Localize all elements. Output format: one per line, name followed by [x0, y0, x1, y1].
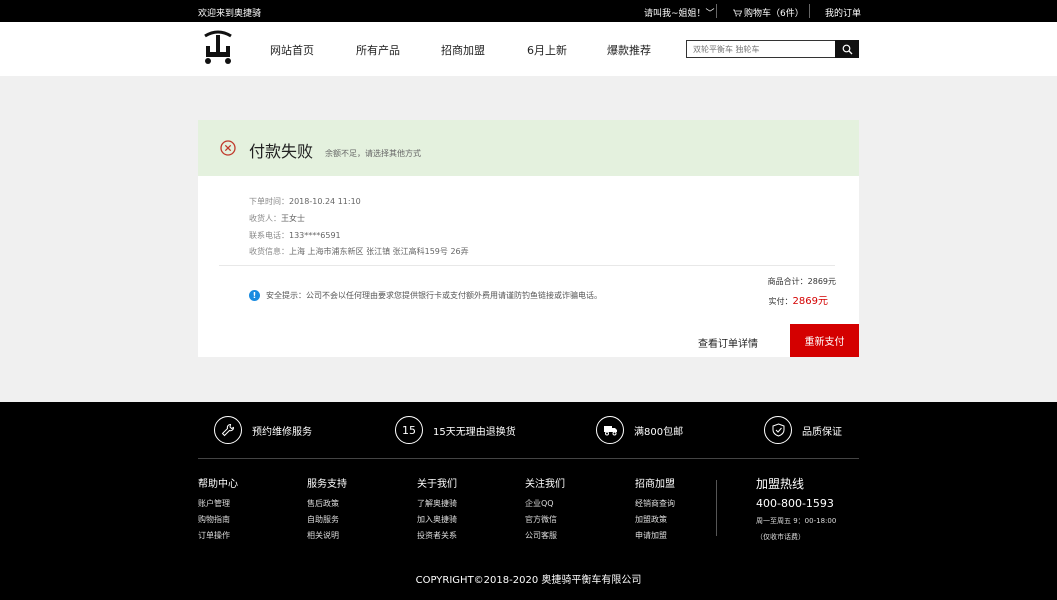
divider [716, 480, 717, 536]
cart-link[interactable]: 购物车（6件） [733, 6, 804, 19]
address-row: 收货信息：上海 上海市浦东新区 张江镇 张江高科159号 26弄 [249, 246, 469, 257]
footer-link[interactable]: 经销商查询 [635, 498, 675, 509]
security-tip: ! 安全提示：公司不会以任何理由要求您提供银行卡或支付额外费用请谨防钓鱼链接或诈… [249, 290, 602, 301]
order-time-label: 下单时间： [249, 197, 289, 206]
nav-franchise[interactable]: 招商加盟 [441, 42, 485, 58]
fifteen-days-icon: 15 [395, 416, 423, 444]
cart-label: 购物车（6件） [744, 9, 804, 19]
copyright: COPYRIGHT©2018-2020 奥捷骑平衡车有限公司 [415, 575, 642, 586]
subtotal-value: 2869元 [807, 277, 836, 286]
order-time-value: 2018-10.24 11:10 [289, 197, 361, 206]
footer-link[interactable]: 申请加盟 [635, 530, 675, 541]
footer-link[interactable]: 加盟政策 [635, 514, 675, 525]
footer-link[interactable]: 订单操作 [198, 530, 238, 541]
wrench-icon [214, 416, 242, 444]
divider [716, 4, 717, 18]
shield-check-icon [764, 416, 792, 444]
top-bar: 欢迎来到奥捷骑 请叫我~姐姐！﹀ 购物车（6件） 我的订单 [0, 0, 1057, 22]
footer-col-service: 服务支持 售后政策 自助服务 相关说明 [307, 475, 347, 546]
feature-returns: 15 15天无理由退换货 [395, 416, 516, 444]
hotline-title: 加盟热线 [756, 477, 805, 491]
footer-col-franchise: 招商加盟 经销商查询 加盟政策 申请加盟 [635, 475, 675, 546]
subtotal-label: 商品合计： [767, 277, 808, 286]
search-icon [842, 44, 852, 54]
welcome-text: 欢迎来到奥捷骑 [198, 9, 262, 19]
address-value: 上海 上海市浦东新区 张江镇 张江高科159号 26弄 [289, 247, 469, 256]
status-title: 付款失败 [249, 142, 314, 161]
user-menu[interactable]: 请叫我~姐姐！﹀ [644, 6, 715, 19]
divider [219, 265, 835, 266]
truck-icon [596, 416, 624, 444]
col-title: 招商加盟 [635, 479, 675, 490]
footer-col-about: 关于我们 了解奥捷骑 加入奥捷骑 投资者关系 [417, 475, 457, 546]
hotline-number: 400-800-1593 [756, 497, 834, 510]
footer-link[interactable]: 了解奥捷骑 [417, 498, 457, 509]
footer-link[interactable]: 购物指南 [198, 514, 238, 525]
feature-label: 满800包邮 [634, 426, 684, 438]
view-order-details-link[interactable]: 查看订单详情 [698, 335, 758, 350]
repay-button[interactable]: 重新支付 [790, 324, 859, 357]
paid-label: 实付： [768, 297, 793, 306]
feature-label: 品质保证 [802, 426, 842, 438]
phone-row: 联系电话：133****6591 [249, 230, 341, 241]
phone-label: 联系电话： [249, 231, 289, 240]
nav-hot[interactable]: 爆款推荐 [607, 42, 651, 58]
footer-col-help: 帮助中心 账户管理 购物指南 订单操作 [198, 475, 238, 546]
recipient-value: 王女士 [281, 214, 305, 223]
col-title: 关注我们 [525, 479, 565, 490]
user-name: 请叫我~姐姐！ [644, 9, 706, 19]
phone-value: 133****6591 [289, 231, 341, 240]
franchise-hotline: 加盟热线 400-800-1593 周一至周五 9：00-18:00 （仅收市话… [756, 475, 836, 542]
tip-text: 公司不会以任何理由要求您提供银行卡或支付额外费用请谨防钓鱼链接或诈骗电话。 [306, 291, 602, 300]
footer-link[interactable]: 企业QQ [525, 498, 565, 509]
payment-status-banner: 付款失败 余额不足，请选择其他方式 [198, 120, 859, 176]
nav-june-new[interactable]: 6月上新 [527, 42, 567, 58]
paid-value: 2869元 [792, 296, 828, 307]
divider [198, 458, 859, 459]
logo-icon[interactable] [203, 30, 233, 66]
info-icon: ! [249, 290, 260, 301]
status-subtitle: 余额不足，请选择其他方式 [325, 149, 421, 158]
my-orders-link[interactable]: 我的订单 [825, 6, 861, 19]
subtotal: 商品合计：2869元 [768, 276, 836, 287]
footer-col-follow: 关注我们 企业QQ 官方微信 公司客服 [525, 475, 565, 546]
footer-link[interactable]: 公司客服 [525, 530, 565, 541]
footer-link[interactable]: 售后政策 [307, 498, 347, 509]
search-button[interactable] [835, 40, 859, 58]
cart-icon [733, 9, 742, 16]
order-time-row: 下单时间：2018-10.24 11:10 [249, 196, 361, 207]
hotline-note: （仅收市话费） [756, 533, 805, 541]
footer-link[interactable]: 自助服务 [307, 514, 347, 525]
footer-link[interactable]: 加入奥捷骑 [417, 514, 457, 525]
recipient-label: 收货人： [249, 214, 281, 223]
paid-amount: 实付：2869元 [769, 292, 828, 307]
close-circle-icon [220, 140, 236, 156]
feature-label: 15天无理由退换货 [433, 426, 516, 438]
search-input[interactable]: 双轮平衡车 独轮车 [686, 40, 859, 58]
hotline-hours: 周一至周五 9：00-18:00 [756, 517, 837, 525]
tip-label: 安全提示： [266, 291, 306, 300]
address-label: 收货信息： [249, 247, 289, 256]
footer-link[interactable]: 账户管理 [198, 498, 238, 509]
feature-free-shipping: 满800包邮 [596, 416, 683, 444]
order-card: 下单时间：2018-10.24 11:10 收货人：王女士 联系电话：133**… [198, 176, 859, 357]
nav-home[interactable]: 网站首页 [270, 42, 314, 58]
footer-link[interactable]: 官方微信 [525, 514, 565, 525]
feature-repair: 预约维修服务 [214, 416, 312, 444]
site-header: 网站首页 所有产品 招商加盟 6月上新 爆款推荐 双轮平衡车 独轮车 [0, 22, 1057, 76]
feature-label: 预约维修服务 [252, 426, 312, 438]
chevron-down-icon: ﹀ [705, 9, 715, 19]
search-placeholder: 双轮平衡车 独轮车 [693, 45, 760, 54]
col-title: 关于我们 [417, 479, 457, 490]
nav-products[interactable]: 所有产品 [356, 42, 400, 58]
col-title: 帮助中心 [198, 479, 238, 490]
recipient-row: 收货人：王女士 [249, 213, 305, 224]
feature-quality: 品质保证 [764, 416, 842, 444]
col-title: 服务支持 [307, 479, 347, 490]
site-footer: 预约维修服务 15 15天无理由退换货 满800包邮 品质保证 帮助中心 账户管… [0, 402, 1057, 600]
footer-link[interactable]: 相关说明 [307, 530, 347, 541]
divider [809, 4, 810, 18]
footer-link[interactable]: 投资者关系 [417, 530, 457, 541]
